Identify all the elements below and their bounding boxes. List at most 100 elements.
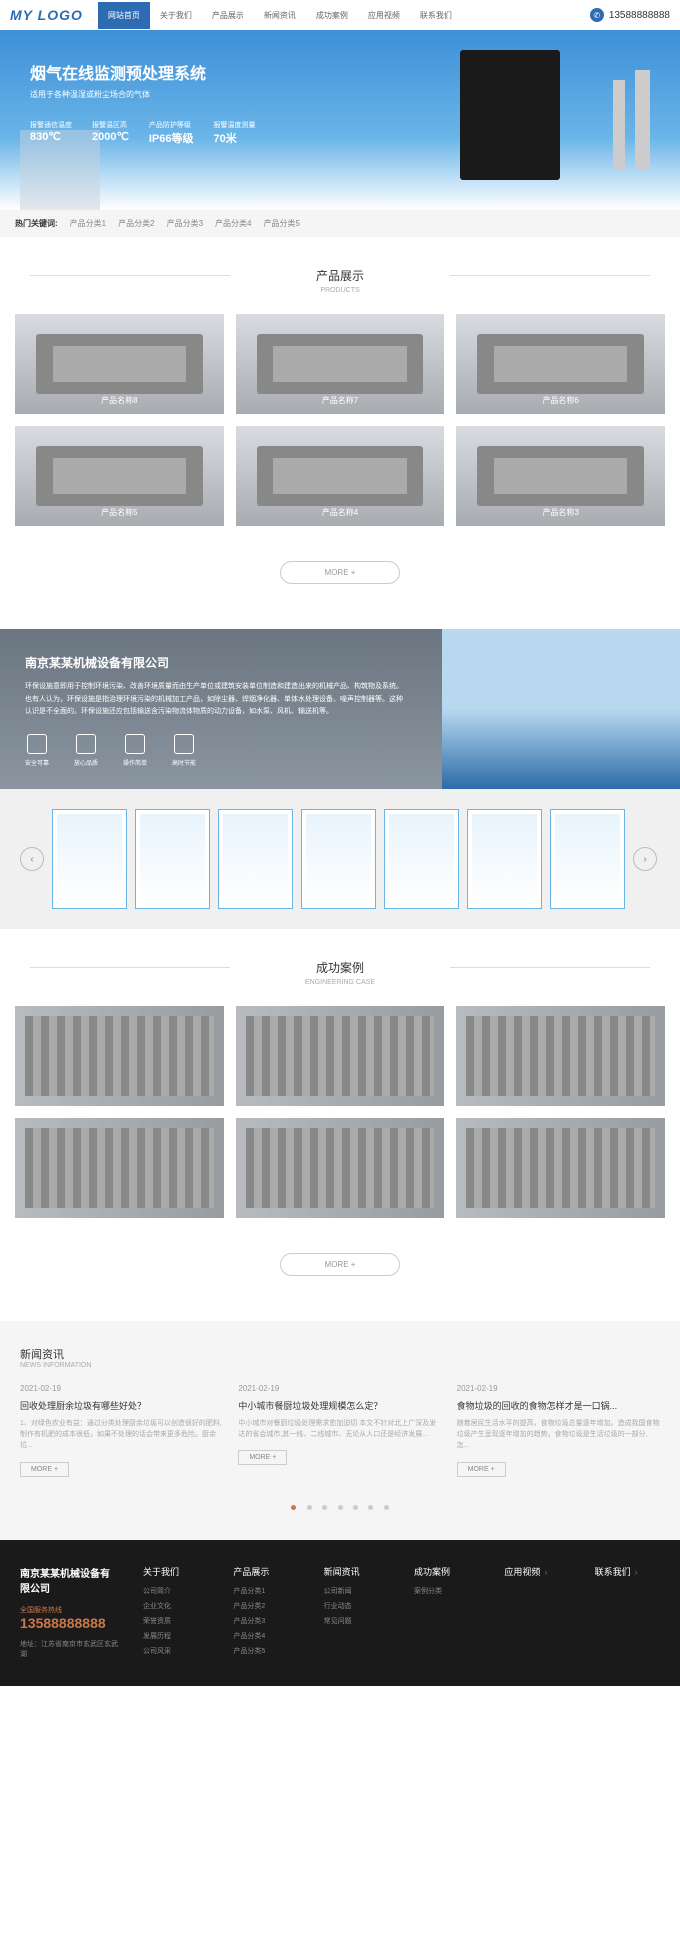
product-card[interactable]: 产品名称3 [456, 426, 665, 526]
footer-col-title: 应用视频› [504, 1565, 569, 1578]
dot[interactable] [322, 1505, 327, 1510]
spec-label: 报警通信温度 [30, 120, 72, 130]
product-card[interactable]: 产品名称6 [456, 314, 665, 414]
news-more-button[interactable]: MORE + [20, 1462, 69, 1477]
dot[interactable] [384, 1505, 389, 1510]
product-card[interactable]: 产品名称4 [236, 426, 445, 526]
footer-link[interactable]: 发展历程 [143, 1631, 208, 1641]
header-phone: 13588888888 [609, 10, 670, 21]
dot[interactable] [307, 1505, 312, 1510]
footer-link[interactable]: 公司新闻 [324, 1586, 389, 1596]
cases-subtitle: ENGINEERING CASE [0, 979, 680, 986]
case-card[interactable] [236, 1118, 445, 1218]
cert-next-button[interactable]: › [633, 847, 657, 871]
footer-link[interactable]: 产品分类5 [233, 1646, 298, 1656]
certificate-item[interactable] [301, 809, 376, 909]
news-more-button[interactable]: MORE + [238, 1450, 287, 1465]
spec-value: IP66等级 [149, 130, 194, 146]
footer-col-title: 成功案例 [414, 1565, 479, 1578]
hot-keyword[interactable]: 产品分类2 [118, 218, 154, 229]
footer-col-title: 产品展示 [233, 1565, 298, 1578]
logo[interactable]: MY LOGO [10, 7, 83, 23]
nav-cases[interactable]: 成功案例 [306, 2, 358, 29]
news-item[interactable]: 2021-02-19 中小城市餐厨垃圾处理规模怎么定？ 中小城市对餐厨垃圾处理需… [238, 1384, 441, 1477]
footer-link[interactable]: 公司简介 [143, 1586, 208, 1596]
dot[interactable] [353, 1505, 358, 1510]
footer-hotline: 13588888888 [20, 1615, 118, 1631]
about-icon-label: 操作简单 [123, 758, 147, 767]
news-item[interactable]: 2021-02-19 食物垃圾的回收的食物怎样才是一口锅... 随着居民生活水平… [457, 1384, 660, 1477]
footer-col-title: 联系我们› [595, 1565, 660, 1578]
certificate-item[interactable] [384, 809, 459, 909]
product-card[interactable]: 产品名称8 [15, 314, 224, 414]
spec-value: 70米 [213, 130, 255, 146]
case-card[interactable] [236, 1006, 445, 1106]
certificate-item[interactable] [550, 809, 625, 909]
about-section: 南京某某机械设备有限公司 环保设施意即用于控制环境污染、改善环境质量而由生产单位… [0, 629, 680, 789]
footer-link[interactable]: 产品分类1 [233, 1586, 298, 1596]
product-name: 产品名称7 [236, 395, 445, 406]
dot[interactable] [291, 1505, 296, 1510]
news-date: 2021-02-19 [457, 1384, 660, 1393]
news-desc: 随着居民生活水平的提高，食物垃圾总量逐年增加。造成我国食物垃圾产生呈现逐年增加的… [457, 1418, 660, 1452]
products-more-button[interactable]: MORE + [280, 561, 400, 584]
chevron-right-icon: › [544, 1567, 547, 1577]
footer-link[interactable]: 企业文化 [143, 1601, 208, 1611]
case-card[interactable] [456, 1006, 665, 1106]
news-more-button[interactable]: MORE + [457, 1462, 506, 1477]
banner-subtitle: 适用于各种温湿或粉尘场合的气体 [30, 89, 255, 100]
product-card[interactable]: 产品名称5 [15, 426, 224, 526]
footer-link[interactable]: 荣誉资质 [143, 1616, 208, 1626]
spec-label: 报警温区高 [92, 120, 129, 130]
spec-value: 830℃ [30, 130, 72, 143]
spec-label: 报警温度测量 [213, 120, 255, 130]
quality-icon [76, 734, 96, 754]
news-pagination-dots [20, 1497, 660, 1515]
case-card[interactable] [456, 1118, 665, 1218]
easy-icon [125, 734, 145, 754]
footer-link[interactable]: 公司风采 [143, 1646, 208, 1656]
footer-link[interactable]: 行业动态 [324, 1601, 389, 1611]
about-text: 环保设施意即用于控制环境污染、改善环境质量而由生产单位或建筑安装单位制造和建造出… [25, 681, 403, 719]
nav-products[interactable]: 产品展示 [202, 2, 254, 29]
nav-contact[interactable]: 联系我们 [410, 2, 462, 29]
hot-keyword[interactable]: 产品分类1 [70, 218, 106, 229]
news-header: 新闻资讯 [20, 1346, 660, 1362]
nav-video[interactable]: 应用视频 [358, 2, 410, 29]
nav-home[interactable]: 网站首页 [98, 2, 150, 29]
footer-col-title: 关于我们 [143, 1565, 208, 1578]
footer-link[interactable]: 常见问题 [324, 1616, 389, 1626]
hot-keyword[interactable]: 产品分类4 [215, 218, 251, 229]
cert-prev-button[interactable]: ‹ [20, 847, 44, 871]
footer-link[interactable]: 产品分类2 [233, 1601, 298, 1611]
footer-link[interactable]: 产品分类4 [233, 1631, 298, 1641]
dot[interactable] [368, 1505, 373, 1510]
main-nav: 网站首页 关于我们 产品展示 新闻资讯 成功案例 应用视频 联系我们 [98, 2, 462, 29]
product-card[interactable]: 产品名称7 [236, 314, 445, 414]
hot-keyword[interactable]: 产品分类3 [167, 218, 203, 229]
footer-link[interactable]: 案例分类 [414, 1586, 479, 1596]
hot-keyword[interactable]: 产品分类5 [263, 218, 299, 229]
nav-about[interactable]: 关于我们 [150, 2, 202, 29]
nav-news[interactable]: 新闻资讯 [254, 2, 306, 29]
reliable-icon [27, 734, 47, 754]
case-card[interactable] [15, 1006, 224, 1106]
news-desc: 中小城市对餐厨垃圾处理需求愈加迫切 本文不针对北上广深及发达的省会城市,其一线、… [238, 1418, 441, 1440]
phone-icon: ✆ [590, 8, 604, 22]
news-header-sub: NEWS INFORMATION [20, 1362, 660, 1369]
certificate-item[interactable] [135, 809, 210, 909]
news-item[interactable]: 2021-02-19 回收处理厨余垃圾有哪些好处？ 1、对绿色农业有益：通过分类… [20, 1384, 223, 1477]
footer-link[interactable]: 产品分类3 [233, 1616, 298, 1626]
certificate-item[interactable] [52, 809, 127, 909]
dot[interactable] [338, 1505, 343, 1510]
certificate-item[interactable] [467, 809, 542, 909]
news-date: 2021-02-19 [20, 1384, 223, 1393]
footer-col-title: 新闻资讯 [324, 1565, 389, 1578]
case-card[interactable] [15, 1118, 224, 1218]
news-date: 2021-02-19 [238, 1384, 441, 1393]
footer-hotline-label: 全国服务热线 [20, 1605, 118, 1615]
chevron-right-icon: › [635, 1567, 638, 1577]
cases-more-button[interactable]: MORE + [280, 1253, 400, 1276]
certificate-item[interactable] [218, 809, 293, 909]
news-title: 食物垃圾的回收的食物怎样才是一口锅... [457, 1399, 660, 1412]
